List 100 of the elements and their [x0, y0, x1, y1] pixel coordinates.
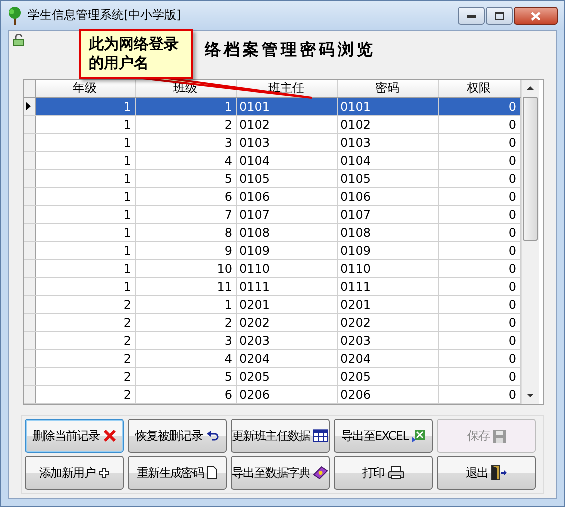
table-cell: 6 — [135, 188, 236, 206]
close-button[interactable] — [514, 7, 558, 25]
table-cell: 0 — [438, 116, 520, 134]
table-cell: 3 — [135, 134, 236, 152]
table-cell: 0 — [438, 314, 520, 332]
table-row[interactable]: 2 6 0206 0206 0 — [24, 386, 520, 404]
table-cell: 1 — [35, 152, 135, 170]
table-cell: 1 — [135, 296, 236, 314]
action-button[interactable]: 导出至EXCEL — [334, 419, 433, 453]
table-cell: 0202 — [337, 314, 438, 332]
book-icon — [313, 466, 329, 480]
column-header[interactable]: 密码 — [337, 80, 438, 98]
table-row[interactable]: 2 3 0203 0203 0 — [24, 332, 520, 350]
table-cell: 6 — [135, 386, 236, 404]
table-cell: 0106 — [337, 188, 438, 206]
window-title: 学生信息管理系统[中小学版] — [28, 7, 182, 24]
table-row[interactable]: 1 9 0109 0109 0 — [24, 242, 520, 260]
table-cell: 0 — [438, 98, 520, 116]
table-cell: 0 — [438, 278, 520, 296]
tree-icon — [7, 6, 23, 24]
minimize-button[interactable] — [458, 7, 485, 25]
table-cell: 0 — [438, 332, 520, 350]
spreadsheet-icon — [412, 429, 426, 443]
table-cell: 0105 — [236, 170, 337, 188]
table-cell: 0105 — [337, 170, 438, 188]
table-cell: 0110 — [337, 260, 438, 278]
table-row[interactable]: 1 7 0107 0107 0 — [24, 206, 520, 224]
table-row[interactable]: 2 1 0201 0201 0 — [24, 296, 520, 314]
action-button[interactable]: 退出 — [437, 456, 536, 490]
table-cell: 0102 — [236, 116, 337, 134]
table-cell: 0111 — [236, 278, 337, 296]
table-cell: 0202 — [236, 314, 337, 332]
table-cell: 2 — [35, 368, 135, 386]
table-row[interactable]: 1 6 0106 0106 0 — [24, 188, 520, 206]
table-cell: 0 — [438, 368, 520, 386]
table-row[interactable]: 1 11 0111 0111 0 — [24, 278, 520, 296]
table-cell: 2 — [35, 350, 135, 368]
table-cell: 0204 — [236, 350, 337, 368]
table-cell: 1 — [135, 98, 236, 116]
table-cell: 2 — [135, 314, 236, 332]
table-cell: 0205 — [337, 368, 438, 386]
table-cell: 10 — [135, 260, 236, 278]
action-button[interactable]: 导出至数据字典 — [231, 456, 330, 490]
table-cell: 1 — [35, 278, 135, 296]
cross-icon — [102, 429, 117, 443]
table-cell: 2 — [35, 386, 135, 404]
scrollbar[interactable] — [520, 80, 538, 404]
undo-arrow-icon — [206, 431, 220, 441]
table-row[interactable]: 1 10 0110 0110 0 — [24, 260, 520, 278]
column-header[interactable]: 权限 — [438, 80, 520, 98]
blank-page-icon — [207, 466, 218, 480]
table-row[interactable]: 1 4 0104 0104 0 — [24, 152, 520, 170]
table-cell: 2 — [135, 116, 236, 134]
table-cell: 0205 — [236, 368, 337, 386]
action-button[interactable]: 恢复被删记录 — [128, 419, 227, 453]
table-cell: 0 — [438, 188, 520, 206]
table-cell: 1 — [35, 260, 135, 278]
table-cell: 0 — [438, 350, 520, 368]
table-row[interactable]: 1 1 0101 0101 0 — [24, 98, 520, 116]
action-button[interactable]: 打印 — [334, 456, 433, 490]
table-cell: 0203 — [236, 332, 337, 350]
table-cell: 2 — [35, 296, 135, 314]
table-cell: 0108 — [337, 224, 438, 242]
table-icon — [313, 429, 329, 443]
action-button[interactable]: 重新生成密码 — [128, 456, 227, 490]
column-header[interactable]: 年级 — [35, 80, 135, 98]
table-row[interactable]: 1 2 0102 0102 0 — [24, 116, 520, 134]
action-button[interactable]: 删除当前记录 — [25, 419, 124, 453]
table-cell: 0110 — [236, 260, 337, 278]
table-cell: 1 — [35, 188, 135, 206]
table-cell: 1 — [35, 98, 135, 116]
table-cell: 0102 — [337, 116, 438, 134]
maximize-icon — [495, 12, 504, 20]
table-cell: 0201 — [337, 296, 438, 314]
row-pointer-icon — [26, 102, 31, 110]
table-cell: 0106 — [236, 188, 337, 206]
table-cell: 1 — [35, 134, 135, 152]
table-cell: 0107 — [236, 206, 337, 224]
table-cell: 1 — [35, 242, 135, 260]
printer-icon — [388, 466, 405, 480]
table-cell: 0 — [438, 206, 520, 224]
table-row[interactable]: 1 3 0103 0103 0 — [24, 134, 520, 152]
table-row[interactable]: 2 2 0202 0202 0 — [24, 314, 520, 332]
table-cell: 0101 — [337, 98, 438, 116]
table-cell: 0201 — [236, 296, 337, 314]
table-row[interactable]: 1 8 0108 0108 0 — [24, 224, 520, 242]
action-button[interactable]: 添加新用户 — [25, 456, 124, 490]
table-row[interactable]: 2 4 0204 0204 0 — [24, 350, 520, 368]
table-row[interactable]: 1 5 0105 0105 0 — [24, 170, 520, 188]
action-button[interactable]: 更新班主任数据 — [231, 419, 330, 453]
table-cell: 0104 — [236, 152, 337, 170]
table-cell: 0 — [438, 242, 520, 260]
table-row[interactable]: 2 5 0205 0205 0 — [24, 368, 520, 386]
table-cell: 2 — [35, 314, 135, 332]
maximize-button[interactable] — [486, 7, 513, 25]
plus-icon — [98, 468, 110, 478]
table-cell: 0 — [438, 386, 520, 404]
table-cell: 8 — [135, 224, 236, 242]
table-cell: 0 — [438, 296, 520, 314]
table-cell: 5 — [135, 170, 236, 188]
